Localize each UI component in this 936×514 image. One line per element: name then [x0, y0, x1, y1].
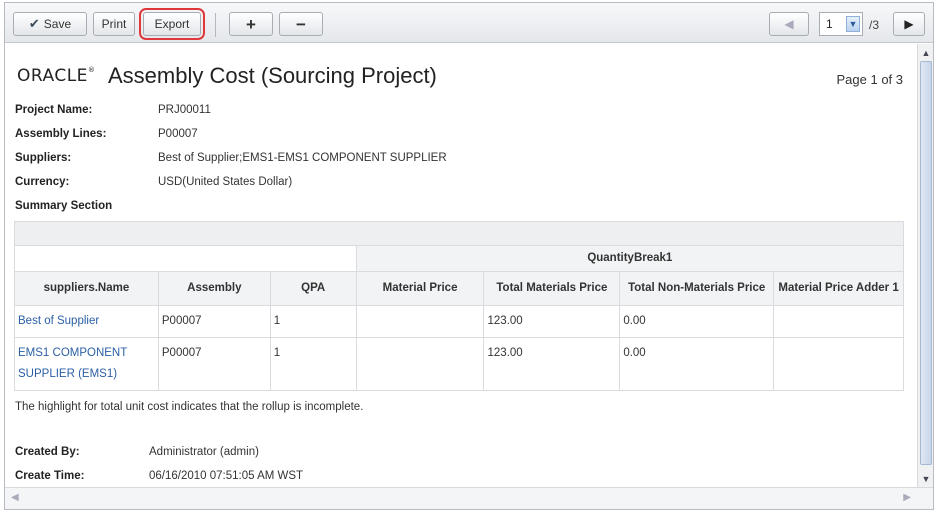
column-header: QPA [269, 271, 357, 306]
table-cell: 123.00 [483, 305, 621, 338]
chevron-right-icon[interactable]: ▶ [903, 492, 911, 503]
report-title: Assembly Cost (Sourcing Project) [108, 63, 437, 88]
table-cell: 1 [269, 305, 357, 338]
table-cell: 1 [269, 337, 357, 391]
meta-value: Best of Supplier;EMS1-EMS1 COMPONENT SUP… [158, 152, 447, 164]
plus-icon: + [246, 14, 256, 34]
scrollbar-thumb[interactable] [920, 61, 932, 465]
table-cell: 123.00 [483, 337, 621, 391]
remove-button[interactable]: − [279, 12, 323, 36]
table-cell [773, 337, 904, 391]
meta-label: Assembly Lines: [15, 128, 107, 140]
save-button[interactable]: ✔ Save [13, 12, 87, 36]
previous-page-button[interactable]: ◀ [769, 12, 809, 36]
footer-value: Administrator (admin) [149, 446, 259, 458]
table-cell: 0.00 [619, 305, 775, 338]
toolbar: ✔ Save Print Export + − ◀ 1 ▼ /3 ▶ [5, 3, 933, 43]
column-header: suppliers.Name [14, 271, 159, 306]
column-header: Total Materials Price [483, 271, 621, 306]
column-header: Total Non-Materials Price [619, 271, 775, 306]
chevron-down-icon[interactable]: ▼ [846, 16, 860, 32]
column-header: Material Price [355, 271, 485, 306]
next-page-button[interactable]: ▶ [893, 12, 925, 36]
table-band [14, 221, 904, 246]
checkmark-icon: ✔ [28, 16, 40, 31]
meta-label: Suppliers: [15, 152, 72, 164]
summary-table: QuantityBreak1 suppliers.Name Assembly Q… [14, 221, 905, 391]
quantity-break-header: QuantityBreak1 [355, 245, 905, 272]
page-number-value: 1 [826, 17, 833, 31]
report-viewer: ✔ Save Print Export + − ◀ 1 ▼ /3 ▶ ORACL… [4, 2, 934, 510]
page-total: /3 [869, 18, 880, 32]
meta-label: Currency: [15, 176, 70, 188]
report-content: ORACLE® Assembly Cost (Sourcing Project)… [5, 44, 917, 488]
footer-label: Created By: [15, 446, 80, 458]
export-button-label: Export [154, 17, 190, 31]
table-cell [355, 305, 485, 338]
chevron-left-icon[interactable]: ◀ [11, 492, 19, 503]
meta-value: PRJ00011 [158, 104, 211, 116]
meta-label: Project Name: [15, 104, 93, 116]
vertical-scrollbar[interactable]: ▲ ▼ [917, 44, 933, 488]
supplier-link[interactable]: Best of Supplier [14, 305, 159, 338]
triangle-right-icon: ▶ [904, 17, 914, 31]
toolbar-divider [215, 13, 216, 37]
print-button[interactable]: Print [93, 12, 135, 36]
triangle-left-icon: ◀ [784, 17, 794, 31]
page-number-select[interactable]: 1 ▼ [819, 12, 863, 36]
supplier-link[interactable]: EMS1 COMPONENT SUPPLIER (EMS1) [14, 337, 159, 391]
meta-value: P00007 [158, 128, 198, 140]
footer-value: 06/16/2010 07:51:05 AM WST [149, 470, 304, 482]
chevron-down-icon[interactable]: ▼ [919, 472, 933, 486]
export-button[interactable]: Export [139, 8, 205, 40]
meta-value: USD(United States Dollar) [158, 176, 293, 188]
table-cell: 0.00 [619, 337, 775, 391]
table-row: EMS1 COMPONENT SUPPLIER (EMS1) P00007 1 … [14, 337, 904, 391]
page-indicator: Page 1 of 3 [836, 72, 904, 87]
table-group-header-row: QuantityBreak1 [14, 245, 905, 272]
table-header-row: suppliers.Name Assembly QPA Material Pri… [14, 271, 904, 306]
footer-label: Create Time: [15, 470, 85, 482]
table-cell: P00007 [157, 305, 271, 338]
column-header: Material Price Adder 1 [773, 271, 904, 306]
print-button-label: Print [101, 17, 127, 31]
oracle-logo: ORACLE® [17, 66, 96, 86]
table-cell: P00007 [157, 337, 271, 391]
horizontal-scrollbar[interactable]: ◀ ▶ [5, 487, 933, 509]
table-row: Best of Supplier P00007 1 123.00 0.00 [14, 305, 904, 338]
table-group-header-empty [14, 245, 357, 272]
minus-icon: − [296, 14, 306, 34]
save-button-label: Save [43, 17, 72, 31]
column-header: Assembly [157, 271, 271, 306]
add-button[interactable]: + [229, 12, 273, 36]
rollup-note: The highlight for total unit cost indica… [15, 401, 364, 413]
table-cell [355, 337, 485, 391]
chevron-up-icon[interactable]: ▲ [919, 46, 933, 60]
table-cell [773, 305, 904, 338]
summary-section-title: Summary Section [15, 200, 113, 212]
